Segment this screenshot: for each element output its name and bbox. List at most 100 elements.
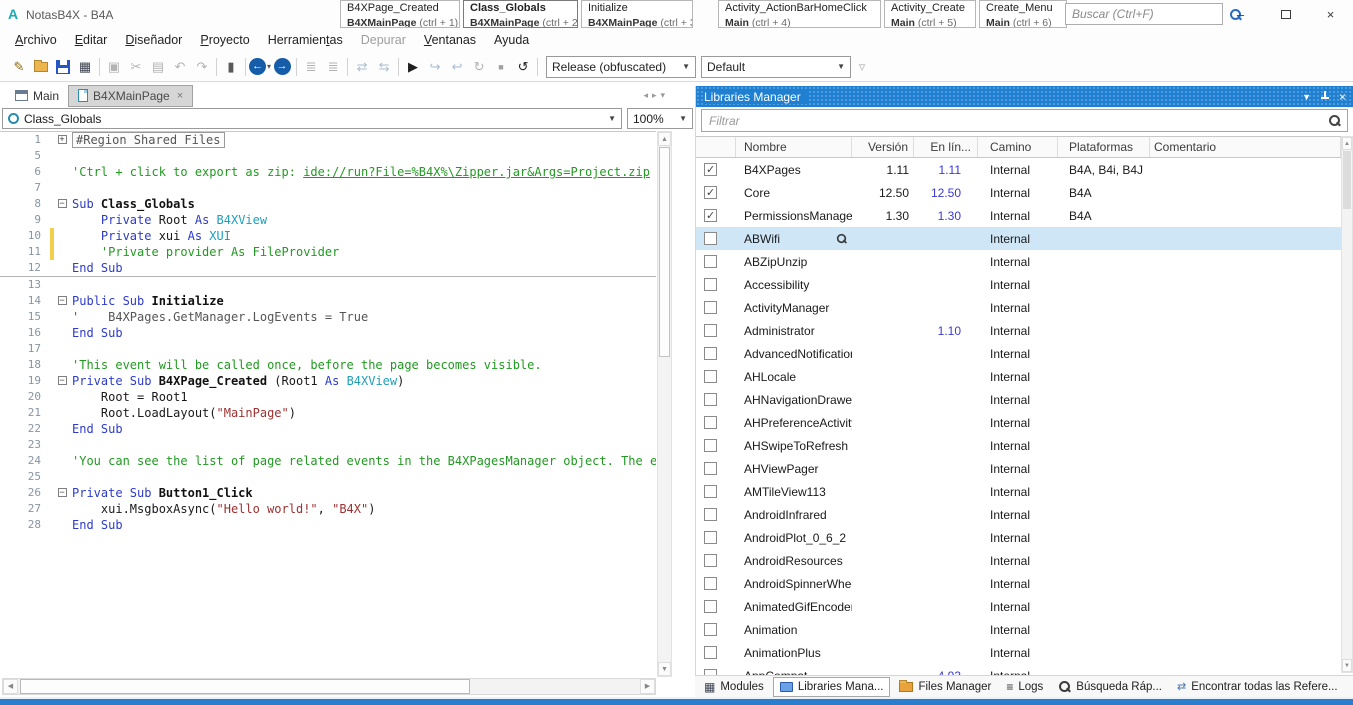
sub-selector[interactable]: Class_Globals ▼ [2, 108, 622, 129]
library-row-ahlocale[interactable]: AHLocaleInternal [696, 365, 1341, 388]
new-file-button[interactable]: ✎ [8, 56, 30, 78]
maximize-button[interactable] [1263, 0, 1308, 28]
fold-expand-icon[interactable]: + [58, 135, 67, 144]
code-line-10[interactable]: 10 Private xui As XUI [0, 228, 656, 244]
library-row-accessibility[interactable]: AccessibilityInternal [696, 273, 1341, 296]
redo-button[interactable]: ↷ [191, 56, 213, 78]
column-header-versi-n[interactable]: Versión [852, 137, 914, 157]
code-line-17[interactable]: 17 [0, 341, 656, 357]
filter-input[interactable] [702, 114, 1328, 128]
column-header-nombre[interactable]: Nombre [736, 137, 852, 157]
library-checkbox[interactable] [704, 393, 717, 406]
quick-tab-class-globals[interactable]: Class_GlobalsB4XMainPage (ctrl + 2) [463, 0, 578, 28]
library-row-advancednotification[interactable]: AdvancedNotificationInternal [696, 342, 1341, 365]
library-row-ahswipetorefresh[interactable]: AHSwipeToRefreshInternal [696, 434, 1341, 457]
code-line-11[interactable]: 11 'Private provider As FileProvider [0, 244, 656, 260]
scrollbar-thumb[interactable] [659, 147, 670, 357]
library-checkbox[interactable] [704, 508, 717, 521]
copy-button[interactable]: ▣ [103, 56, 125, 78]
paste-button[interactable]: ▤ [147, 56, 169, 78]
close-button[interactable]: × [1308, 0, 1353, 28]
code-line-22[interactable]: 22End Sub [0, 421, 656, 437]
library-row-abwifi[interactable]: ABWifiInternal [696, 227, 1341, 250]
undo-button[interactable]: ↶ [169, 56, 191, 78]
menu-proyecto[interactable]: Proyecto [191, 30, 258, 50]
bottom-tab-modules[interactable]: ▦Modules [698, 677, 770, 697]
code-line-5[interactable]: 5 [0, 148, 656, 164]
library-row-androidinfrared[interactable]: AndroidInfraredInternal [696, 503, 1341, 526]
code-line-20[interactable]: 20 Root = Root1 [0, 389, 656, 405]
modules-button[interactable]: ▦ [74, 56, 96, 78]
library-checkbox[interactable] [704, 186, 717, 199]
minimize-button[interactable]: – [1218, 0, 1263, 28]
bottom-tab-files-manager[interactable]: Files Manager [893, 677, 997, 697]
menu-editar[interactable]: Editar [66, 30, 117, 50]
scroll-down-icon[interactable]: ▼ [658, 662, 671, 676]
code-line-13[interactable]: 13 [0, 277, 656, 293]
bottom-tab-libraries-mana[interactable]: Libraries Mana... [773, 677, 891, 697]
step-into-button[interactable]: ↩ [446, 56, 468, 78]
navigate-back-button[interactable]: ←▾ [249, 56, 271, 78]
code-line-16[interactable]: 16End Sub [0, 325, 656, 341]
column-header-comentario[interactable]: Comentario [1150, 137, 1341, 157]
doc-tab-main[interactable]: Main [6, 85, 68, 107]
library-checkbox[interactable] [704, 531, 717, 544]
menu-archivo[interactable]: Archivo [6, 30, 66, 50]
quick-tab-b4xpage-created[interactable]: B4XPage_CreatedB4XMainPage (ctrl + 1) [340, 0, 460, 28]
library-checkbox[interactable] [704, 232, 717, 245]
code-line-14[interactable]: 14−Public Sub Initialize [0, 293, 656, 309]
menu-ayuda[interactable]: Ayuda [485, 30, 538, 50]
outdent-button[interactable]: ≣ [322, 56, 344, 78]
build-configuration-select[interactable]: Release (obfuscated)▼ [546, 56, 696, 78]
code-line-12[interactable]: 12End Sub [0, 260, 656, 277]
code-line-1[interactable]: 1+#Region Shared Files [0, 132, 656, 148]
comment-selection-button[interactable]: ⇄ [351, 56, 373, 78]
bottom-tab-encontrar-todas-las-refere[interactable]: ⇄Encontrar todas las Refere... [1171, 677, 1344, 697]
run-button[interactable]: ▶ [402, 56, 424, 78]
library-checkbox[interactable] [704, 416, 717, 429]
tab-scroll-arrows[interactable]: ◂▸▾ [643, 90, 669, 101]
menu-dise-ador[interactable]: Diseñador [116, 30, 191, 50]
code-line-26[interactable]: 26−Private Sub Button1_Click [0, 485, 656, 501]
fold-collapse-icon[interactable]: − [58, 199, 67, 208]
search-input[interactable] [1066, 7, 1229, 21]
library-row-animation[interactable]: AnimationInternal [696, 618, 1341, 641]
cut-button[interactable]: ✂ [125, 56, 147, 78]
code-line-15[interactable]: 15' B4XPages.GetManager.LogEvents = True [0, 309, 656, 325]
library-checkbox[interactable] [704, 554, 717, 567]
code-line-21[interactable]: 21 Root.LoadLayout("MainPage") [0, 405, 656, 421]
stop-button[interactable]: ■ [490, 56, 512, 78]
open-project-button[interactable] [30, 56, 52, 78]
uncomment-selection-button[interactable]: ⇆ [373, 56, 395, 78]
library-row-amtileview113[interactable]: AMTileView113Internal [696, 480, 1341, 503]
fold-collapse-icon[interactable]: − [58, 488, 67, 497]
scrollbar-thumb[interactable] [20, 679, 470, 694]
code-line-23[interactable]: 23 [0, 437, 656, 453]
library-row-appcompat[interactable]: AppCompat4.93Internal [696, 664, 1341, 675]
panel-close-icon[interactable]: × [1339, 90, 1346, 104]
library-checkbox[interactable] [704, 301, 717, 314]
code-line-27[interactable]: 27 xui.MsgboxAsync("Hello world!", "B4X"… [0, 501, 656, 517]
library-row-administrator[interactable]: Administrator1.10Internal [696, 319, 1341, 342]
library-checkbox[interactable] [704, 439, 717, 452]
library-checkbox[interactable] [704, 646, 717, 659]
library-row-core[interactable]: Core12.5012.50InternalB4A [696, 181, 1341, 204]
quick-tab-activity-actionbarhomeclick[interactable]: Activity_ActionBarHomeClickMain (ctrl + … [718, 0, 881, 28]
quick-tab-create-menu[interactable]: Create_MenuMain (ctrl + 6) [979, 0, 1067, 28]
menu-ventanas[interactable]: Ventanas [415, 30, 485, 50]
library-checkbox[interactable] [704, 347, 717, 360]
fold-collapse-icon[interactable]: − [58, 376, 67, 385]
navigate-forward-button[interactable]: → [271, 56, 293, 78]
code-editor[interactable]: 1+#Region Shared Files56'Ctrl + click to… [0, 131, 656, 677]
library-row-ahnavigationdrawer[interactable]: AHNavigationDrawerInternal [696, 388, 1341, 411]
scroll-left-icon[interactable]: ◀ [3, 679, 18, 694]
doc-tab-b4xmainpage[interactable]: B4XMainPage× [68, 85, 193, 107]
quick-tab-activity-create[interactable]: Activity_CreateMain (ctrl + 5) [884, 0, 976, 28]
library-checkbox[interactable] [704, 278, 717, 291]
code-line-8[interactable]: 8−Sub Class_Globals [0, 196, 656, 212]
library-checkbox[interactable] [704, 209, 717, 222]
fold-collapse-icon[interactable]: − [58, 296, 67, 305]
save-button[interactable] [52, 56, 74, 78]
column-header-plataformas[interactable]: Plataformas [1058, 137, 1150, 157]
code-line-9[interactable]: 9 Private Root As B4XView [0, 212, 656, 228]
